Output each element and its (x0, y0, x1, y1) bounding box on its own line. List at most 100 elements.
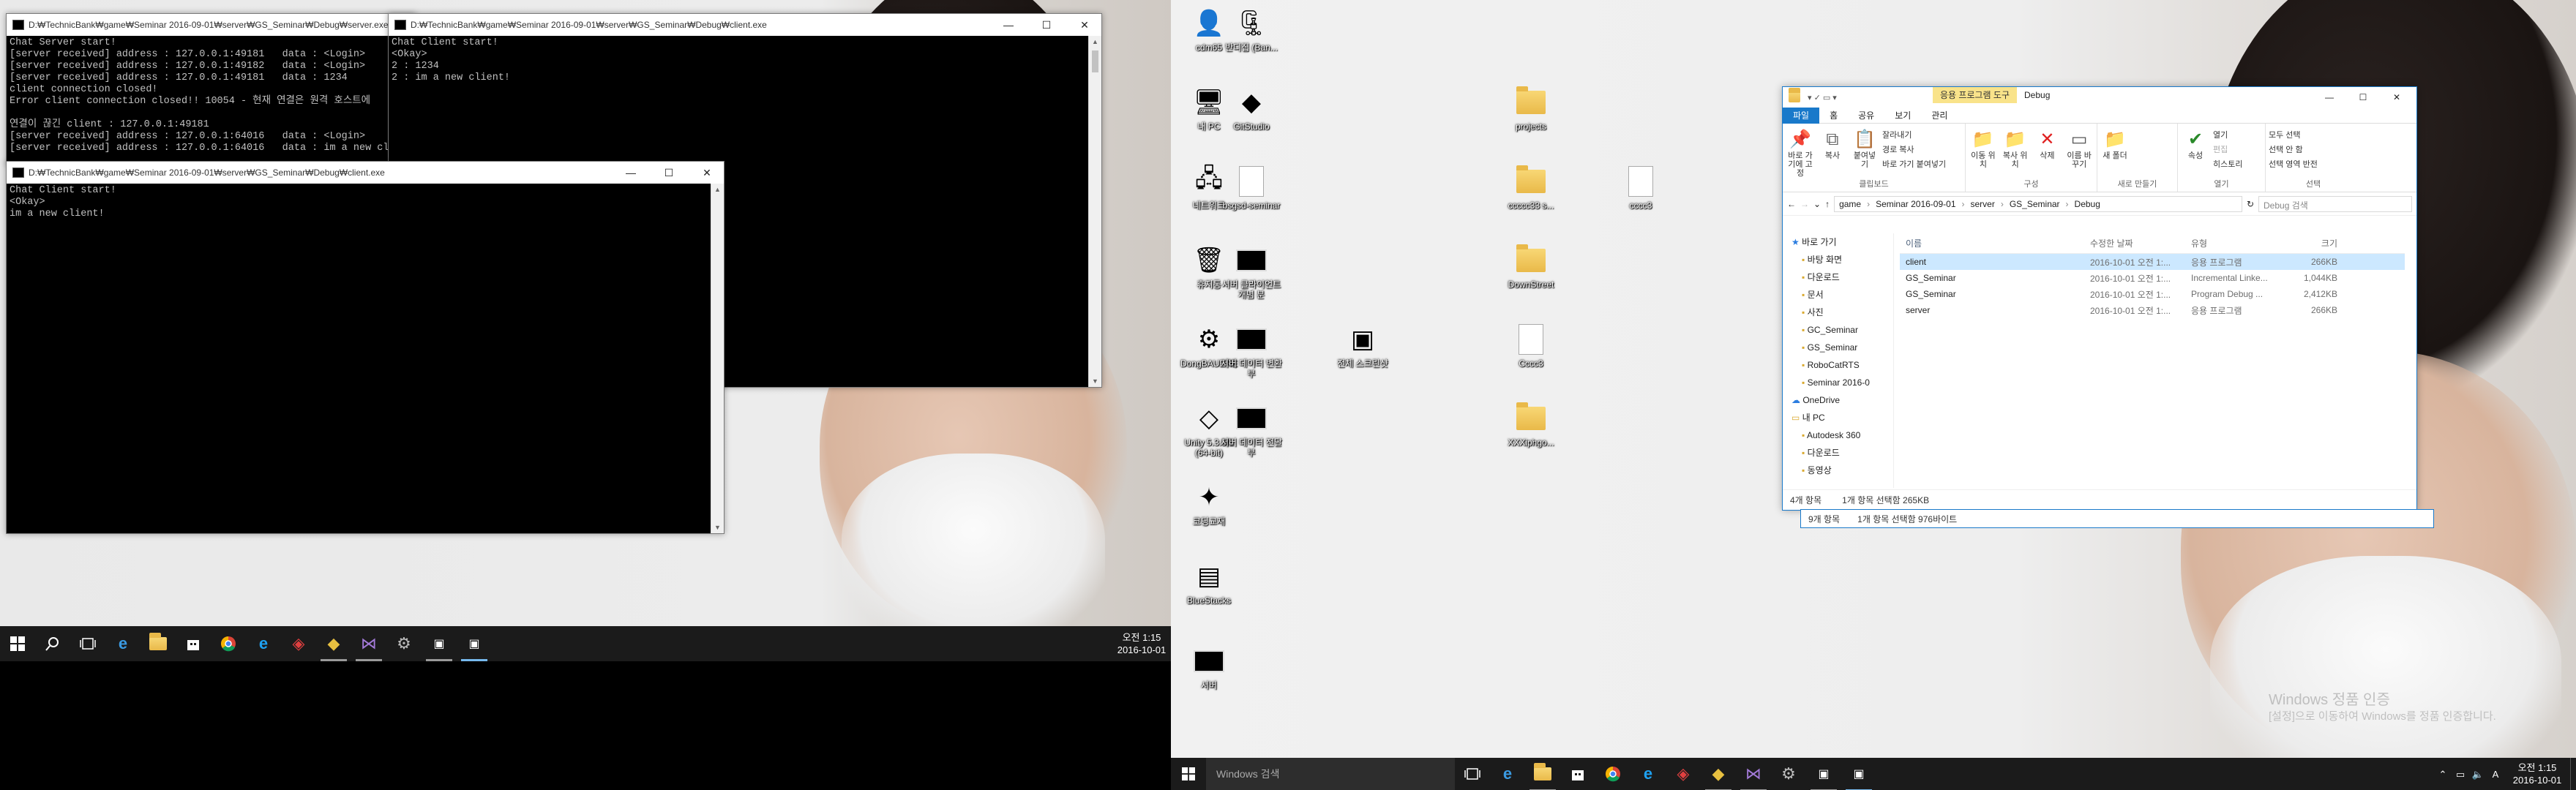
minimize-button[interactable]: — (614, 162, 648, 184)
column-date[interactable]: 수정한 날짜 (2090, 237, 2191, 249)
desktop-icon[interactable]: XXXiphgo... (1500, 401, 1562, 448)
desktop-icon[interactable]: DownStreet (1500, 243, 1562, 290)
paste-button[interactable]: 📋 붙여넣기 (1850, 128, 1879, 169)
close-button[interactable]: ✕ (2380, 87, 2414, 108)
nav-item[interactable]: ▪ 문서 (1783, 286, 1893, 304)
desktop-icon[interactable]: cccc3 (1610, 164, 1671, 211)
explorer-titlebar[interactable]: ▾ ✓ ▭ ▾ 응용 프로그램 도구 Debug — ☐ ✕ (1783, 87, 2416, 108)
background-explorer-status[interactable]: 9개 항목 1개 항목 선택함 976바이트 (1800, 509, 2434, 528)
scroll-down-arrow-icon[interactable]: ▼ (711, 522, 724, 533)
nav-item[interactable]: ▪ Seminar 2016-0 (1783, 374, 1893, 391)
visual-studio-icon[interactable]: ⋈ (1736, 756, 1771, 790)
nav-item[interactable]: ▪ GC_Seminar (1783, 321, 1893, 339)
ie-icon[interactable]: e (1630, 756, 1666, 790)
nav-item[interactable]: ▪ 바탕 화면 (1783, 251, 1893, 268)
store-icon[interactable] (176, 626, 211, 661)
back-arrow-icon[interactable]: ← (1787, 199, 1796, 209)
desktop-icon[interactable]: Cccc3 (1500, 322, 1562, 369)
console-scrollbar[interactable]: ▲ ▼ (1088, 36, 1101, 387)
console-app-icon[interactable]: ▣ (457, 626, 492, 661)
scroll-up-arrow-icon[interactable]: ▲ (1089, 36, 1101, 48)
task-view-icon[interactable] (1455, 756, 1490, 790)
column-size[interactable]: 크기 (2283, 237, 2342, 249)
ie-icon[interactable]: e (246, 626, 281, 661)
chrome-icon[interactable] (211, 626, 246, 661)
server-console-output[interactable]: Chat Server start! [server received] addr… (7, 36, 402, 165)
start-windows-icon[interactable] (0, 626, 35, 661)
show-desktop-button[interactable] (2570, 758, 2576, 790)
copy-path-button[interactable]: 경로 복사 (1882, 143, 1946, 157)
refresh-icon[interactable]: ↻ (2247, 199, 2254, 209)
file-row[interactable]: GS_Seminar 2016-10-01 오전 1:... Incremental… (1900, 270, 2405, 286)
nav-item[interactable]: ▪ 다운로드 (1783, 268, 1893, 286)
app-icon[interactable]: ◈ (1666, 756, 1701, 790)
open-button[interactable]: 열기 (2213, 128, 2242, 143)
clock[interactable]: 오전 1:15 2016-10-01 (1112, 631, 1171, 656)
minimize-button[interactable]: — (2313, 87, 2346, 108)
invert-selection-button[interactable]: 선택 영역 반전 (2269, 157, 2318, 172)
up-arrow-icon[interactable]: ↑ (1825, 199, 1830, 209)
nav-item[interactable]: ☁ OneDrive (1783, 391, 1893, 409)
chevron-up-icon[interactable]: ⌃ (2434, 768, 2452, 780)
task-view-icon[interactable] (70, 626, 105, 661)
server-console-titlebar[interactable]: D:₩TechnicBank₩game₩Seminar 2016-09-01₩s… (7, 14, 415, 36)
store-icon[interactable] (1560, 756, 1595, 790)
client-console-2-output[interactable]: Chat Client start! <Okay> im a new client! (7, 184, 711, 533)
chrome-icon[interactable] (1595, 756, 1630, 790)
nav-item[interactable]: ▪ 동영상 (1783, 462, 1893, 479)
server-console-window[interactable]: D:₩TechnicBank₩game₩Seminar 2016-09-01₩s… (6, 13, 416, 165)
nav-item[interactable]: ▪ Autodesk 360 (1783, 426, 1893, 444)
search-box[interactable]: Windows 검색 (1206, 758, 1455, 790)
ime-icon[interactable]: A (2487, 768, 2504, 780)
tab-file[interactable]: 파일 (1783, 107, 1820, 124)
app-icon[interactable]: ⚙ (1771, 756, 1806, 790)
file-row[interactable]: GS_Seminar 2016-10-01 오전 1:... Program Deb… (1900, 286, 2405, 302)
desktop-icon[interactable]: 서버 클라이언트 개념 분 (1221, 243, 1282, 300)
maximize-button[interactable]: ☐ (2346, 87, 2380, 108)
breadcrumb-segment[interactable]: Debug (2075, 199, 2100, 209)
console-scrollbar[interactable]: ▲ ▼ (711, 184, 724, 533)
app-icon[interactable]: ◆ (316, 626, 351, 661)
file-list[interactable]: 이름 수정한 날짜 유형 크기 client 2016-10-01 오전 1:..… (1900, 233, 2405, 488)
nav-item[interactable]: ▪ GS_Seminar (1783, 339, 1893, 356)
app-icon[interactable]: ◆ (1701, 756, 1736, 790)
start-windows-icon[interactable] (1171, 756, 1206, 790)
volume-icon[interactable]: 🔈 (2469, 768, 2487, 780)
desktop-icon[interactable]: ▤ BlueStacks (1178, 559, 1240, 606)
client-console-1-titlebar[interactable]: D:₩TechnicBank₩game₩Seminar 2016-09-01₩s… (389, 14, 1101, 36)
copy-to-button[interactable]: 📁 복사 위치 (2001, 128, 2030, 169)
desktop-icon[interactable]: ▣ 전체 스크린샷 (1332, 322, 1393, 369)
copy-button[interactable]: ⧉ 복사 (1818, 128, 1847, 160)
edit-button[interactable]: 편집 (2213, 143, 2242, 157)
app-icon[interactable]: ⚙ (386, 626, 422, 661)
select-all-button[interactable]: 모두 선택 (2269, 128, 2318, 143)
minimize-button[interactable]: — (992, 14, 1025, 36)
scrollbar-thumb[interactable] (1092, 50, 1098, 72)
breadcrumb[interactable]: game › Seminar 2016-09-01 › server › GS_Semina… (1834, 195, 2242, 212)
desktop-icon[interactable]: projects (1500, 85, 1562, 132)
nav-item[interactable]: ▪ RoboCatRTS (1783, 356, 1893, 374)
move-to-button[interactable]: 📁 이동 위치 (1969, 128, 1998, 169)
edge-browser-icon[interactable]: e (1490, 756, 1525, 790)
scroll-down-arrow-icon[interactable]: ▼ (1089, 375, 1101, 387)
recent-dropdown-icon[interactable]: ⌄ (1813, 199, 1821, 209)
visual-studio-icon[interactable]: ⋈ (351, 626, 386, 661)
delete-button[interactable]: ✕ 삭제 (2033, 128, 2062, 160)
cut-button[interactable]: 잘라내기 (1882, 128, 1946, 143)
nav-item[interactable]: ★ 바로 가기 (1783, 233, 1893, 251)
search-icon[interactable] (35, 626, 70, 661)
column-type[interactable]: 유형 (2191, 237, 2283, 249)
client-console-2-titlebar[interactable]: D:₩TechnicBank₩game₩Seminar 2016-09-01₩s… (7, 162, 724, 184)
tab-home[interactable]: 홈 (1819, 108, 1848, 124)
select-none-button[interactable]: 선택 안 함 (2269, 143, 2318, 157)
clock[interactable]: 오전 1:15 2016-10-01 (2504, 761, 2570, 786)
file-row[interactable]: client 2016-10-01 오전 1:... 응용 프로그램 266KB (1900, 254, 2405, 270)
maximize-button[interactable]: ☐ (1030, 14, 1063, 36)
desktop-icon[interactable]: 서버 (1178, 644, 1240, 691)
search-input[interactable]: Debug 검색 (2258, 195, 2412, 212)
nav-item[interactable]: ▭ 내 PC (1783, 409, 1893, 426)
desktop-icon[interactable]: ✦ 코딩교재 (1178, 480, 1240, 527)
console-app-icon[interactable]: ▣ (1841, 756, 1876, 790)
console-app-icon[interactable]: ▣ (1806, 756, 1841, 790)
nav-item[interactable]: ▪ 사진 (1783, 304, 1893, 321)
